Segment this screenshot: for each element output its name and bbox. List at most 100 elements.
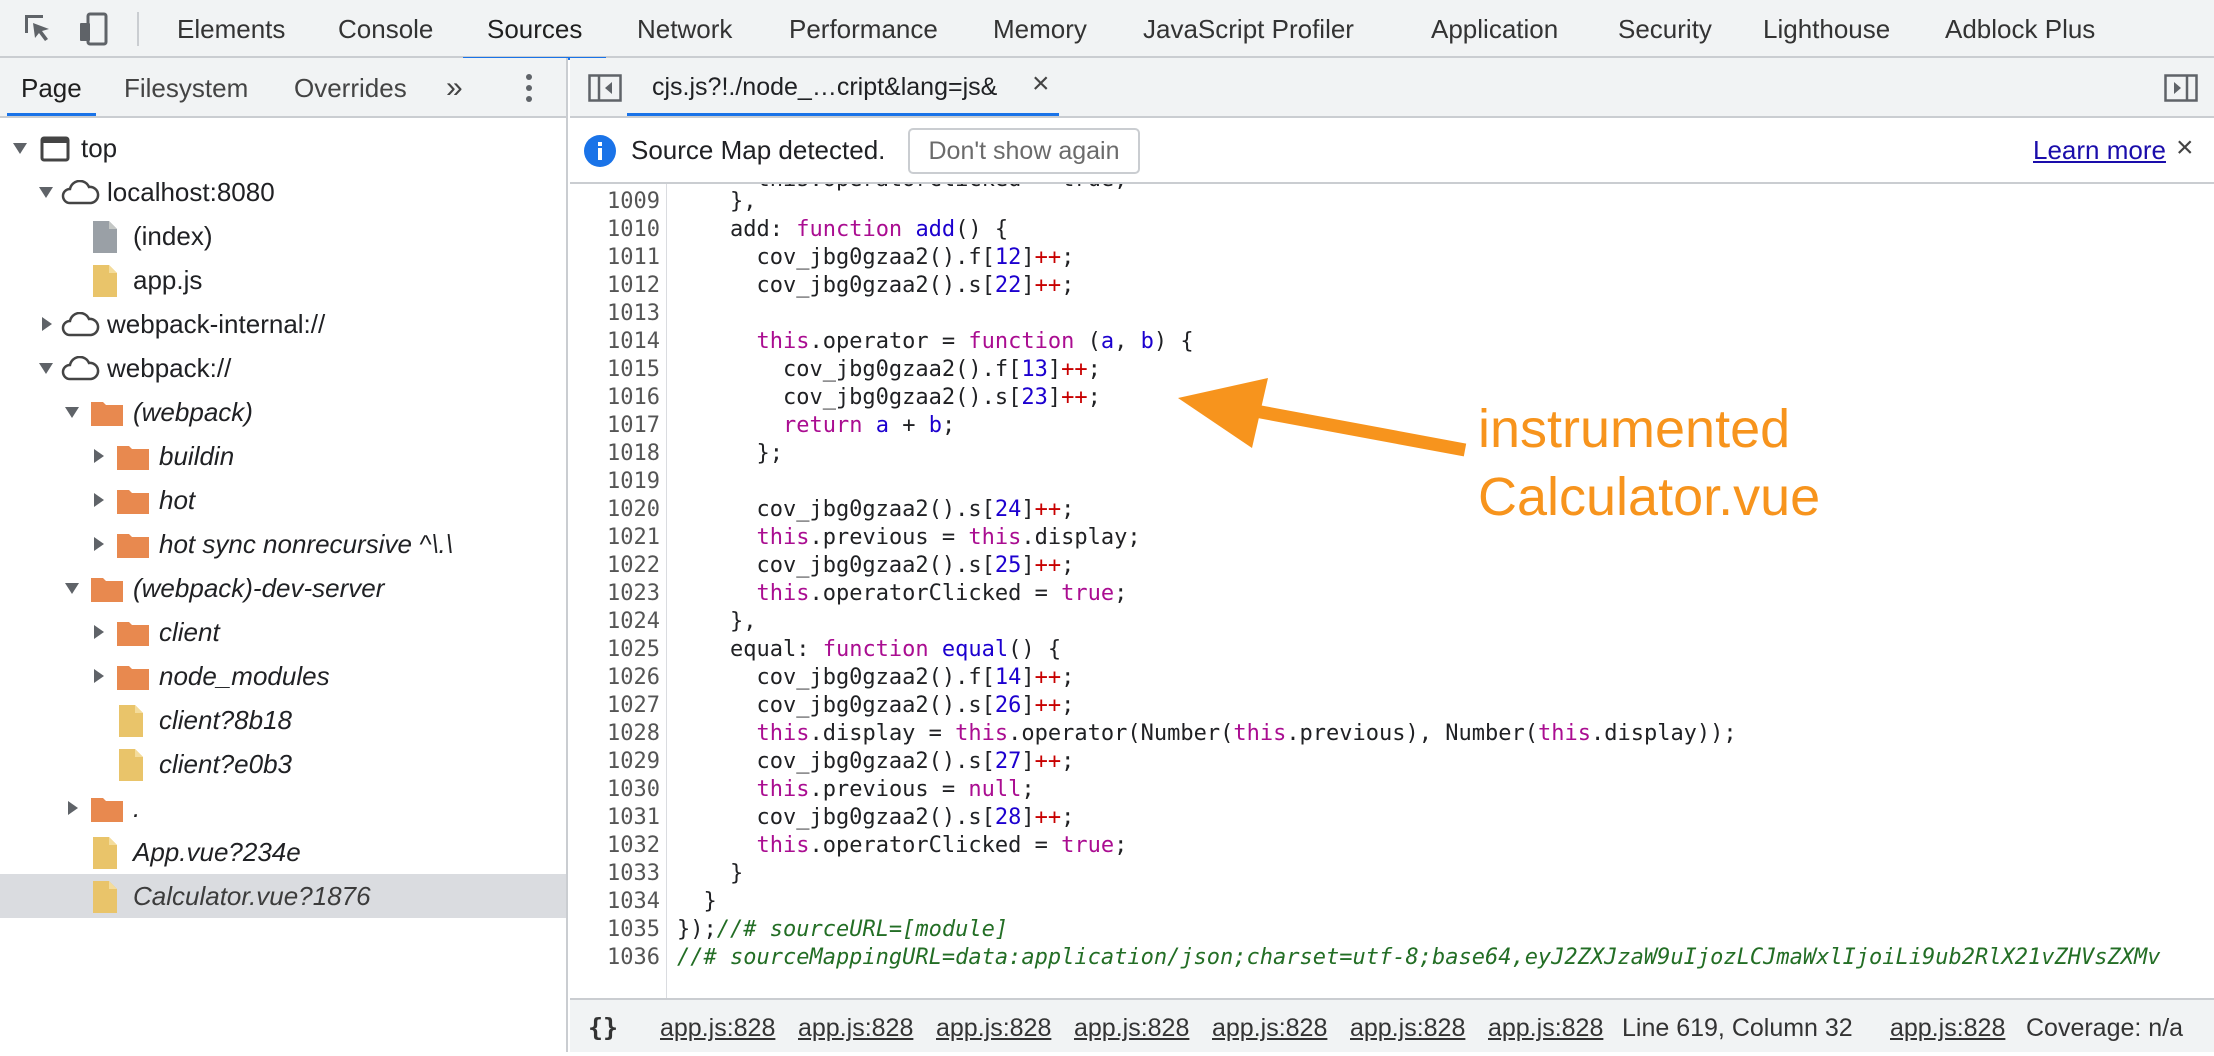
device-toolbar-icon[interactable] <box>75 10 113 48</box>
learn-more-link[interactable]: Learn more <box>2033 118 2166 184</box>
line-number[interactable]: 1014 <box>570 328 660 356</box>
line-number[interactable]: 1029 <box>570 748 660 776</box>
tree-item-client[interactable]: client <box>0 610 566 654</box>
line-number[interactable]: 1020 <box>570 496 660 524</box>
tree-item-webpack[interactable]: webpack:// <box>0 346 566 390</box>
dont-show-again-button[interactable]: Don't show again <box>908 128 1140 174</box>
line-number[interactable]: 1024 <box>570 608 660 636</box>
tree-item-calculator-vue[interactable]: Calculator.vue?1876 <box>0 874 566 918</box>
line-number[interactable]: 1035 <box>570 916 660 944</box>
collapsed-triangle-icon[interactable] <box>88 478 108 522</box>
expanded-triangle-icon[interactable] <box>36 346 56 390</box>
status-link[interactable]: app.js:828 <box>936 1000 1051 1052</box>
line-number[interactable]: 1026 <box>570 664 660 692</box>
tree-item-buildin[interactable]: buildin <box>0 434 566 478</box>
tree-item-hot[interactable]: hot <box>0 478 566 522</box>
tree-item-localhost[interactable]: localhost:8080 <box>0 170 566 214</box>
tree-item-dot[interactable]: . <box>0 786 566 830</box>
line-number[interactable]: 1032 <box>570 832 660 860</box>
collapsed-triangle-icon[interactable] <box>88 654 108 698</box>
devtools-main-toolbar: Elements Console Sources Network Perform… <box>0 0 2214 60</box>
expanded-triangle-icon[interactable] <box>36 170 56 214</box>
status-link[interactable]: app.js:828 <box>1890 1000 2005 1052</box>
tree-item-top[interactable]: top <box>0 126 566 170</box>
code-token: equal: <box>677 637 823 662</box>
code-token: 14 <box>994 665 1022 690</box>
close-tab-icon[interactable]: × <box>1032 58 1050 114</box>
pretty-print-icon[interactable]: {} <box>588 1000 618 1052</box>
toggle-debugger-icon[interactable] <box>2164 74 2198 102</box>
collapsed-triangle-icon[interactable] <box>88 610 108 654</box>
line-number[interactable]: 1025 <box>570 636 660 664</box>
line-number[interactable]: 1019 <box>570 468 660 496</box>
collapsed-triangle-icon[interactable] <box>62 786 82 830</box>
tree-item-index[interactable]: (index) <box>0 214 566 258</box>
line-number[interactable]: 1016 <box>570 384 660 412</box>
more-options-icon[interactable] <box>523 72 535 104</box>
tree-item-hot-sync[interactable]: hot sync nonrecursive ^\.\ <box>0 522 566 566</box>
line-number[interactable]: 1013 <box>570 300 660 328</box>
line-number[interactable]: 1021 <box>570 524 660 552</box>
tree-item-client-e0b3[interactable]: client?e0b3 <box>0 742 566 786</box>
line-number[interactable]: 1030 <box>570 776 660 804</box>
collapsed-triangle-icon[interactable] <box>36 302 56 346</box>
tab-elements[interactable]: Elements <box>177 0 285 58</box>
editor-file-tab[interactable]: cjs.js?!./node_…cript&lang=js& <box>652 58 997 116</box>
code-editor[interactable]: 1009 1010 1011 1012 1013 1014 1015 1016 1017 1018… <box>570 184 2214 998</box>
line-number[interactable]: 1036 <box>570 944 660 972</box>
line-number[interactable]: 1018 <box>570 440 660 468</box>
status-link[interactable]: app.js:828 <box>660 1000 775 1052</box>
tree-item-client-8b18[interactable]: client?8b18 <box>0 698 566 742</box>
status-link[interactable]: app.js:828 <box>1212 1000 1327 1052</box>
line-number[interactable]: 1015 <box>570 356 660 384</box>
tab-application[interactable]: Application <box>1431 0 1558 58</box>
tab-filesystem[interactable]: Filesystem <box>124 58 248 116</box>
tree-item-app-js[interactable]: app.js <box>0 258 566 302</box>
line-number[interactable]: 1010 <box>570 216 660 244</box>
status-link[interactable]: app.js:828 <box>1350 1000 1465 1052</box>
line-number[interactable]: 1023 <box>570 580 660 608</box>
line-number[interactable]: 1012 <box>570 272 660 300</box>
line-number[interactable]: 1031 <box>570 804 660 832</box>
line-number-gutter[interactable]: 1009 1010 1011 1012 1013 1014 1015 1016 1017 1018… <box>570 184 667 998</box>
tab-console[interactable]: Console <box>338 0 433 58</box>
tab-sources[interactable]: Sources <box>462 0 607 60</box>
expanded-triangle-icon[interactable] <box>10 126 30 170</box>
more-tabs-chevron-icon[interactable]: » <box>446 58 463 116</box>
line-number[interactable]: 1011 <box>570 244 660 272</box>
tab-javascript-profiler[interactable]: JavaScript Profiler <box>1143 0 1354 58</box>
tree-item-webpack-folder[interactable]: (webpack) <box>0 390 566 434</box>
line-number[interactable]: 1028 <box>570 720 660 748</box>
line-number[interactable]: 1034 <box>570 888 660 916</box>
line-number[interactable]: 1033 <box>570 860 660 888</box>
tab-memory[interactable]: Memory <box>993 0 1087 58</box>
tree-item-node-modules[interactable]: node_modules <box>0 654 566 698</box>
tab-performance[interactable]: Performance <box>789 0 938 58</box>
line-number[interactable]: 1027 <box>570 692 660 720</box>
code-token: this <box>756 833 810 858</box>
tab-page[interactable]: Page <box>7 58 96 116</box>
line-number[interactable]: 1009 <box>570 188 660 216</box>
collapsed-triangle-icon[interactable] <box>88 522 108 566</box>
line-number[interactable]: 1017 <box>570 412 660 440</box>
tab-lighthouse[interactable]: Lighthouse <box>1763 0 1890 58</box>
tab-security[interactable]: Security <box>1618 0 1712 58</box>
status-link[interactable]: app.js:828 <box>1074 1000 1189 1052</box>
inspect-element-icon[interactable] <box>19 10 57 48</box>
expanded-triangle-icon[interactable] <box>62 390 82 434</box>
status-link[interactable]: app.js:828 <box>798 1000 913 1052</box>
close-infobar-icon[interactable]: × <box>2176 118 2194 184</box>
expanded-triangle-icon[interactable] <box>62 566 82 610</box>
tab-network[interactable]: Network <box>637 0 732 58</box>
collapsed-triangle-icon[interactable] <box>88 434 108 478</box>
tree-item-webpack-dev-server[interactable]: (webpack)-dev-server <box>0 566 566 610</box>
tab-adblock-plus[interactable]: Adblock Plus <box>1945 0 2095 58</box>
code-line: this.previous = null; <box>677 776 1034 804</box>
toggle-navigator-icon[interactable] <box>588 74 622 102</box>
code-line: cov_jbg0gzaa2().s[24]++; <box>677 496 1074 524</box>
tree-item-app-vue[interactable]: App.vue?234e <box>0 830 566 874</box>
tab-overrides[interactable]: Overrides <box>294 58 407 116</box>
status-link[interactable]: app.js:828 <box>1488 1000 1603 1052</box>
tree-item-webpack-internal[interactable]: webpack-internal:// <box>0 302 566 346</box>
line-number[interactable]: 1022 <box>570 552 660 580</box>
